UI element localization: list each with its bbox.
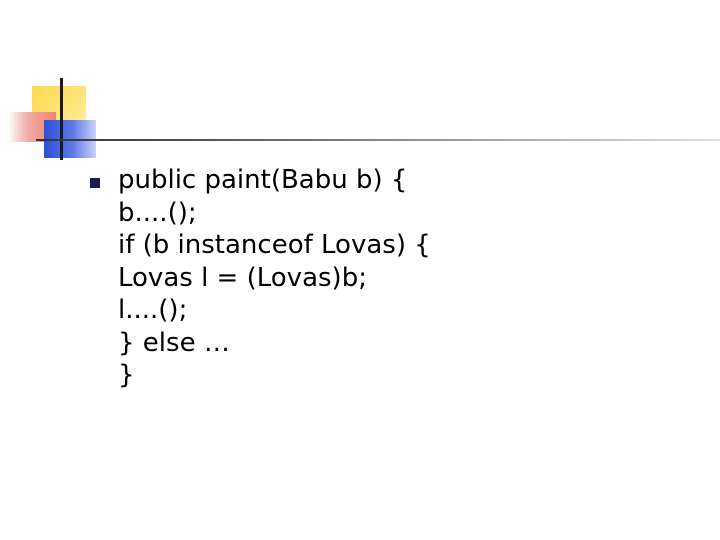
- code-line: } else …: [118, 327, 230, 358]
- bullet-item: public paint(Babu b) { b....(); if (b in…: [90, 164, 690, 392]
- code-line: Lovas l = (Lovas)b;: [118, 262, 367, 293]
- code-line: b....();: [118, 197, 197, 228]
- title-divider: [36, 139, 720, 141]
- vertical-rule: [60, 78, 63, 160]
- slide: public paint(Babu b) { b....(); if (b in…: [0, 0, 720, 540]
- code-block: public paint(Babu b) { b....(); if (b in…: [118, 164, 431, 392]
- code-line: public paint(Babu b) {: [118, 165, 408, 195]
- corner-decoration: [0, 0, 720, 170]
- code-line: }: [118, 360, 135, 390]
- slide-body: public paint(Babu b) { b....(); if (b in…: [90, 164, 690, 392]
- code-line: l....();: [118, 295, 188, 325]
- code-line: if (b instanceof Lovas) {: [118, 230, 431, 260]
- square-bullet-icon: [90, 178, 100, 188]
